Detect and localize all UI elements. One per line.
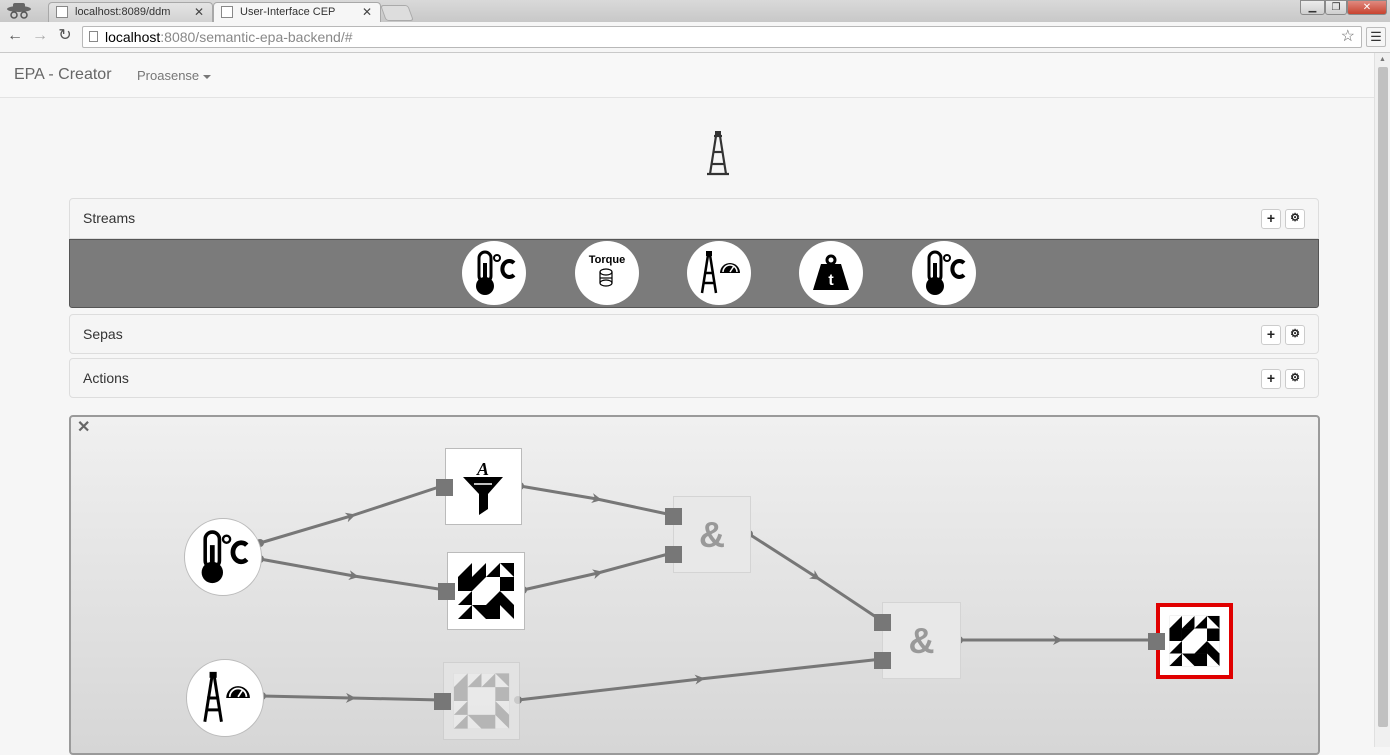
weight-t-icon: t xyxy=(813,254,849,290)
minimize-button[interactable]: ▁ xyxy=(1300,0,1325,15)
torque-icon: Torque xyxy=(589,254,625,287)
bookmark-star-icon[interactable]: ☆ xyxy=(1341,27,1355,47)
forward-button[interactable]: → xyxy=(30,26,50,46)
back-button[interactable]: ← xyxy=(5,26,25,46)
tab-label: localhost:8089/ddm xyxy=(75,6,171,18)
and-symbol: & xyxy=(908,620,935,661)
thermometer-celsius-icon xyxy=(476,250,516,295)
torque-label: Torque xyxy=(589,254,625,266)
svg-text:A: A xyxy=(476,459,489,479)
incognito-icon xyxy=(7,3,31,19)
connection-line xyxy=(259,484,443,545)
svg-text:t: t xyxy=(828,272,834,289)
pattern-triangles-icon xyxy=(1169,615,1220,667)
add-stream-button[interactable]: + xyxy=(1261,209,1281,229)
close-window-button[interactable]: ✕ xyxy=(1347,0,1387,15)
input-endpoint[interactable] xyxy=(665,546,682,563)
url-path: :8080/semantic-epa-backend/# xyxy=(160,29,353,45)
input-endpoint[interactable] xyxy=(436,479,453,496)
streams-panel: Streams + ⚙ xyxy=(69,198,1319,239)
pattern-triangles-icon xyxy=(458,563,514,619)
new-tab-button[interactable] xyxy=(380,5,414,21)
oil-rig-gauge-icon xyxy=(700,251,740,294)
thermometer-celsius-icon xyxy=(201,530,249,584)
and-symbol: & xyxy=(699,514,725,555)
scrollbar-thumb[interactable] xyxy=(1378,67,1388,727)
pipeline-and-sepa-1[interactable]: & xyxy=(673,496,751,573)
filter-funnel-icon: A xyxy=(463,459,503,515)
page-favicon-icon xyxy=(221,6,233,18)
input-endpoint[interactable] xyxy=(665,508,682,525)
sepas-panel-title[interactable]: Sepas xyxy=(83,326,123,342)
caret-down-icon xyxy=(203,74,212,79)
add-sepa-button[interactable]: + xyxy=(1261,325,1281,345)
page-scrollbar[interactable]: ▲ xyxy=(1374,53,1390,747)
oil-rig-logo-icon xyxy=(707,131,729,176)
thermometer-celsius-icon xyxy=(926,250,966,295)
brand-title[interactable]: EPA - Creator xyxy=(14,66,112,84)
actions-settings-button[interactable]: ⚙ xyxy=(1285,369,1305,389)
stream-temperature-2[interactable] xyxy=(912,241,976,305)
close-tab-icon[interactable]: ✕ xyxy=(362,3,372,21)
connection-line xyxy=(748,532,883,623)
add-action-button[interactable]: + xyxy=(1261,369,1281,389)
scroll-up-icon[interactable]: ▲ xyxy=(1379,56,1386,63)
tab-user-interface-cep[interactable]: User-Interface CEP ✕ xyxy=(213,2,381,22)
address-bar[interactable]: localhost:8080/semantic-epa-backend/# ☆ xyxy=(82,26,1362,48)
page-favicon-icon xyxy=(56,6,68,18)
pipeline-action-selected[interactable] xyxy=(1156,603,1233,679)
pipeline-filter-sepa[interactable]: A xyxy=(445,448,522,525)
proasense-dropdown[interactable]: Proasense xyxy=(137,68,212,83)
url-host: localhost xyxy=(105,29,161,45)
sepas-panel: Sepas + ⚙ xyxy=(69,314,1319,354)
maximize-button[interactable]: ❐ xyxy=(1325,0,1347,15)
pipeline-and-sepa-2[interactable]: & xyxy=(882,602,961,679)
browser-toolbar: ← → ↻ localhost:8080/semantic-epa-backen… xyxy=(0,22,1390,53)
tab-label: User-Interface CEP xyxy=(240,6,336,18)
connection-line xyxy=(522,551,673,592)
pipeline-stream-oil-rig-gauge[interactable] xyxy=(186,659,264,737)
browser-titlebar: localhost:8089/ddm ✕ User-Interface CEP … xyxy=(0,0,1390,22)
streams-panel-title[interactable]: Streams xyxy=(83,210,135,226)
stream-temperature-1[interactable] xyxy=(462,241,526,305)
pipeline-pattern-sepa[interactable] xyxy=(447,552,525,630)
browser-menu-button[interactable]: ☰ xyxy=(1366,27,1386,47)
actions-panel-title[interactable]: Actions xyxy=(83,370,129,386)
connection-line xyxy=(261,692,442,703)
input-endpoint[interactable] xyxy=(438,583,455,600)
input-endpoint[interactable] xyxy=(874,614,891,631)
input-endpoint[interactable] xyxy=(874,652,891,669)
stream-oil-rig-gauge[interactable] xyxy=(687,241,751,305)
pipeline-stream-temperature[interactable] xyxy=(184,518,262,596)
input-endpoint[interactable] xyxy=(434,693,451,710)
connection-line xyxy=(517,657,883,702)
pattern-triangles-icon xyxy=(453,673,510,729)
stream-torque[interactable]: Torque xyxy=(575,241,639,305)
oil-rig-gauge-icon xyxy=(203,671,250,722)
input-endpoint[interactable] xyxy=(1148,633,1165,650)
connection-line xyxy=(519,484,673,517)
page-icon xyxy=(89,31,98,42)
app-navbar: EPA - Creator Proasense xyxy=(0,53,1374,98)
connection-line xyxy=(259,557,446,592)
tab-localhost-ddm[interactable]: localhost:8089/ddm ✕ xyxy=(48,2,213,22)
stream-weight[interactable]: t xyxy=(799,241,863,305)
pipeline-canvas[interactable]: ✕ A & & xyxy=(69,415,1320,755)
actions-panel: Actions + ⚙ xyxy=(69,358,1319,398)
reload-button[interactable]: ↻ xyxy=(55,26,75,46)
sepas-settings-button[interactable]: ⚙ xyxy=(1285,325,1305,345)
streams-settings-button[interactable]: ⚙ xyxy=(1285,209,1305,229)
close-tab-icon[interactable]: ✕ xyxy=(194,3,204,21)
dropdown-label: Proasense xyxy=(137,68,200,83)
pipeline-pattern-sepa-inactive[interactable] xyxy=(443,662,520,740)
